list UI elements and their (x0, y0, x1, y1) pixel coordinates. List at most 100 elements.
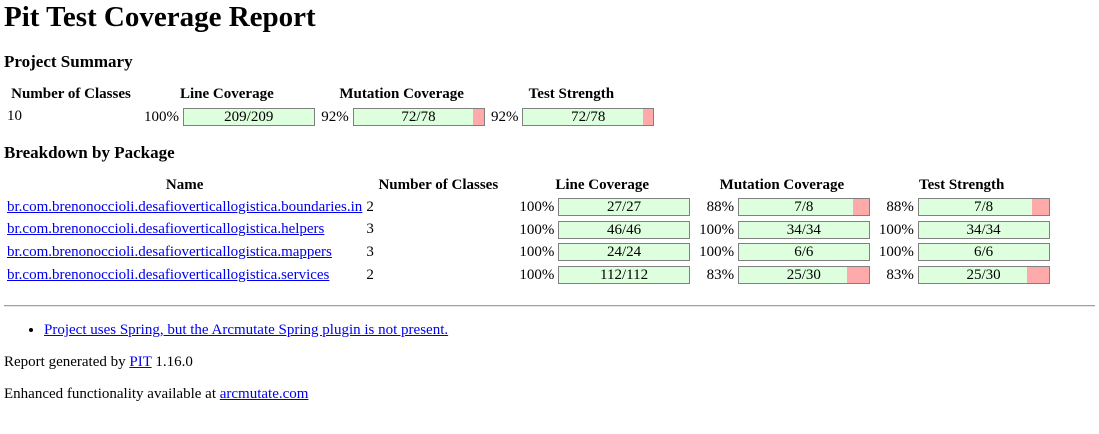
package-num-classes: 3 (366, 221, 374, 238)
coverage-bar: 24/24 (558, 243, 691, 262)
coverage-bar: 34/34 (917, 220, 1050, 239)
table-row: br.com.brenonoccioli.desafioverticallogi… (6, 242, 1051, 263)
strength-cell: 88% 7/8 (873, 197, 1051, 218)
coverage-percent: 100% (878, 244, 914, 261)
coverage-percent: 100% (144, 108, 179, 125)
coverage-percent: 100% (699, 244, 735, 261)
coverage-bar-text: 25/30 (966, 266, 1001, 283)
table-row: br.com.brenonoccioli.desafioverticallogi… (6, 219, 1051, 240)
coverage-bar: 25/30 (917, 265, 1050, 284)
project-summary-heading: Project Summary (4, 52, 133, 71)
coverage-bar-text: 46/46 (606, 221, 642, 238)
mutation-cell: 100% 34/34 (693, 219, 871, 240)
coverage-bar: 25/30 (737, 265, 870, 284)
coverage-bar-text: 34/34 (786, 221, 821, 238)
package-name-cell: br.com.brenonoccioli.desafioverticallogi… (6, 264, 363, 285)
coverage-bar: 6/6 (917, 243, 1050, 262)
coverage-bar: 72/78 (522, 107, 655, 126)
coverage-bar: 7/8 (737, 198, 870, 217)
summary-mutation-coverage: 92% 72/78 (318, 106, 486, 127)
coverage-percent: 83% (706, 266, 735, 283)
strength-cell: 100% 6/6 (873, 242, 1051, 263)
table-row: br.com.brenonoccioli.desafioverticallogi… (6, 264, 1051, 285)
pit-version: 1.16.0 (151, 353, 193, 370)
package-name-cell: br.com.brenonoccioli.desafioverticallogi… (6, 197, 363, 218)
coverage-percent: 92% (321, 108, 349, 125)
package-name-cell: br.com.brenonoccioli.desafioverticallogi… (6, 219, 363, 240)
breakdown-heading: Breakdown by Package (4, 142, 175, 162)
coverage-bar-text: 72/78 (571, 108, 606, 125)
package-link[interactable]: br.com.brenonoccioli.desafioverticallogi… (7, 221, 324, 237)
header-mutation-coverage: Mutation Coverage (339, 86, 464, 102)
coverage-percent: 83% (886, 266, 914, 283)
coverage-bar-text: 34/34 (966, 221, 1001, 238)
summary-test-strength: 92% 72/78 (488, 106, 656, 127)
mutation-cell: 88% 7/8 (693, 197, 871, 218)
coverage-percent: 100% (519, 266, 555, 283)
summary-num-classes: 10 (7, 108, 22, 125)
breakdown-table: Name Number of Classes Line Coverage Mut… (4, 173, 1053, 287)
coverage-percent: 100% (699, 221, 735, 238)
coverage-bar: 27/27 (558, 198, 691, 217)
arcmutate-link[interactable]: arcmutate.com (220, 386, 309, 402)
coverage-bar-text: 112/112 (600, 266, 649, 283)
report-generated-line: Report generated by PIT 1.16.0 (4, 353, 1095, 371)
package-name-cell: br.com.brenonoccioli.desafioverticallogi… (6, 242, 363, 263)
coverage-percent: 100% (878, 221, 914, 238)
mutation-cell: 83% 25/30 (693, 264, 871, 285)
coverage-percent: 100% (519, 244, 555, 261)
coverage-bar-text: 25/30 (786, 266, 821, 283)
coverage-bar-text: 24/24 (606, 244, 642, 261)
coverage-bar: 72/78 (352, 107, 485, 126)
coverage-bar-text: 6/6 (794, 244, 814, 261)
package-num-classes: 2 (366, 266, 374, 283)
enhanced-functionality-line: Enhanced functionality available at arcm… (4, 385, 1095, 403)
header-number-of-classes: Number of Classes (11, 86, 131, 102)
strength-cell: 83% 25/30 (873, 264, 1051, 285)
line-cell: 100% 27/27 (513, 197, 691, 218)
coverage-bar-text: 6/6 (973, 244, 994, 261)
coverage-percent: 88% (706, 199, 735, 216)
package-num-classes: 2 (366, 198, 374, 215)
divider (4, 304, 1095, 307)
line-cell: 100% 112/112 (513, 264, 691, 285)
coverage-percent: 100% (519, 221, 555, 238)
coverage-bar: 46/46 (558, 220, 691, 239)
coverage-percent: 88% (886, 199, 914, 216)
enhanced-prefix: Enhanced functionality available at (4, 385, 220, 402)
notes-list: Project uses Spring, but the Arcmutate S… (4, 321, 1095, 339)
pit-link[interactable]: PIT (129, 354, 151, 370)
header-number-of-classes: Number of Classes (378, 176, 499, 193)
coverage-percent: 92% (491, 108, 519, 125)
summary-row: 10 100% 209/209 92% 72/78 92% 72/78 (6, 106, 655, 127)
header-name: Name (165, 176, 204, 193)
list-item: Project uses Spring, but the Arcmutate S… (44, 321, 1095, 339)
generated-prefix: Report generated by (4, 353, 130, 370)
coverage-bar: 209/209 (182, 107, 315, 126)
coverage-bar-text: 7/8 (794, 199, 814, 216)
mutation-cell: 100% 6/6 (693, 242, 871, 263)
table-row: br.com.brenonoccioli.desafioverticallogi… (6, 197, 1051, 218)
coverage-bar-text: 209/209 (224, 108, 274, 125)
header-test-strength: Test Strength (918, 176, 1005, 193)
line-cell: 100% 24/24 (513, 242, 691, 263)
package-link[interactable]: br.com.brenonoccioli.desafioverticallogi… (7, 199, 362, 215)
coverage-bar: 6/6 (737, 243, 870, 262)
coverage-bar-text: 7/8 (973, 199, 994, 216)
package-link[interactable]: br.com.brenonoccioli.desafioverticallogi… (7, 267, 329, 283)
project-summary-table: Number of Classes Line Coverage Mutation… (4, 82, 657, 129)
header-line-coverage: Line Coverage (555, 176, 650, 193)
package-link[interactable]: br.com.brenonoccioli.desafioverticallogi… (7, 244, 332, 260)
summary-line-coverage: 100% 209/209 (138, 106, 316, 127)
spring-plugin-link[interactable]: Project uses Spring, but the Arcmutate S… (44, 322, 448, 338)
page-title: Pit Test Coverage Report (4, 1, 316, 33)
header-mutation-coverage: Mutation Coverage (719, 176, 845, 193)
coverage-bar: 112/112 (558, 265, 691, 284)
coverage-bar-text: 27/27 (606, 199, 642, 216)
coverage-bar: 7/8 (917, 198, 1050, 217)
coverage-bar-text: 72/78 (401, 108, 436, 125)
coverage-bar: 34/34 (737, 220, 870, 239)
package-num-classes: 3 (366, 243, 374, 260)
coverage-percent: 100% (519, 199, 555, 216)
header-test-strength: Test Strength (528, 86, 615, 102)
